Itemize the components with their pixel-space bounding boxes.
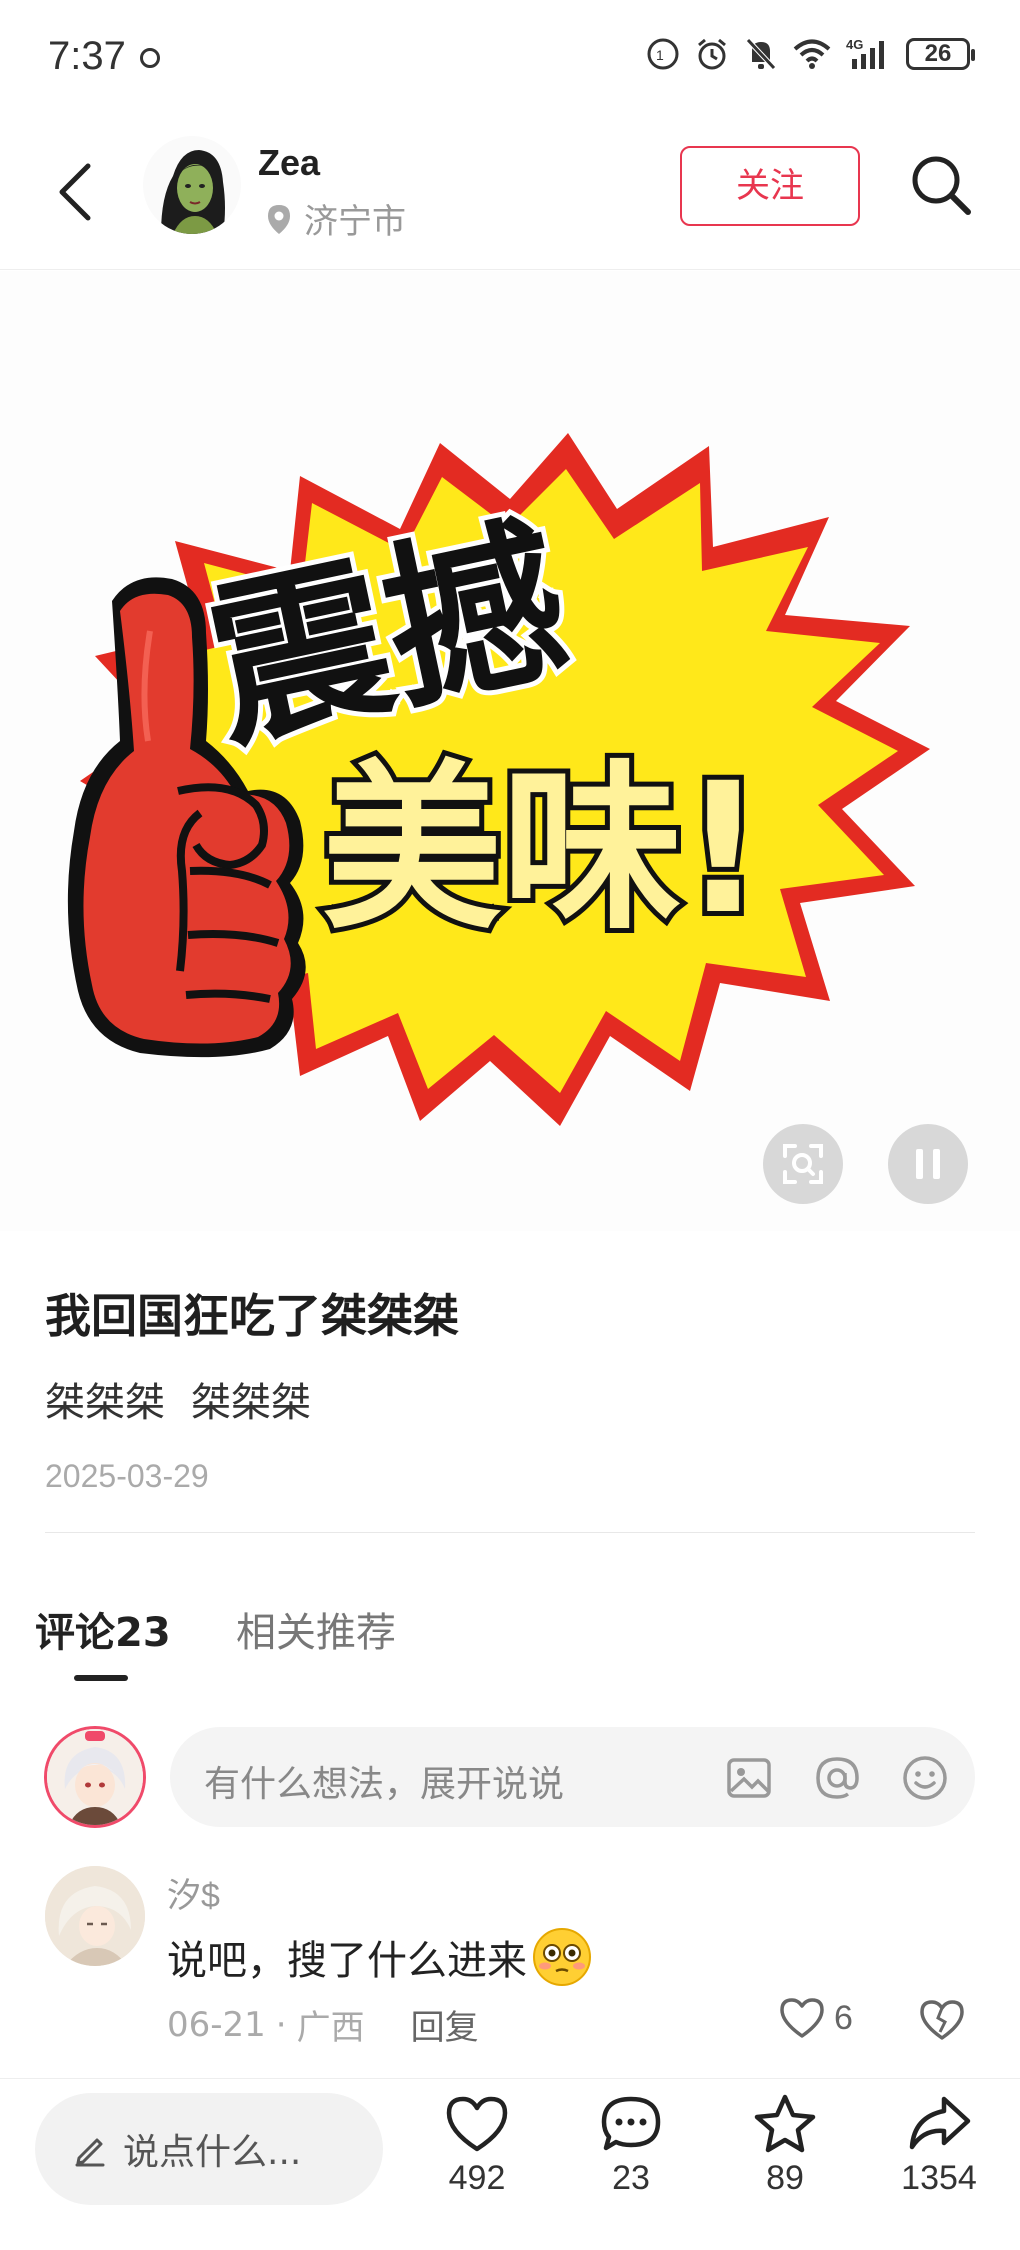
star-icon (754, 2094, 816, 2153)
follow-button[interactable]: 关注 (680, 146, 860, 226)
bottom-action-bar: 说点什么... 492 23 89 1354 (0, 2078, 1020, 2250)
say-something-placeholder: 说点什么... (123, 2132, 302, 2173)
wifi-icon (793, 39, 831, 69)
alarm-icon (698, 38, 726, 70)
comment-meta: 06-21 · 广西 回复 (167, 2000, 479, 2049)
heart-outline-icon (780, 1998, 824, 2038)
post-title: 我回国狂吃了桀桀桀 (45, 1289, 459, 1343)
scan-icon (783, 1144, 823, 1184)
post-tag[interactable]: 桀桀桀 (191, 1370, 311, 1428)
post-tag[interactable]: 桀桀桀 (45, 1370, 165, 1428)
image-search-button[interactable] (763, 1124, 843, 1204)
flushed-emoji-icon (533, 1928, 591, 1986)
reply-button[interactable]: 回复 (411, 2000, 479, 2049)
commenter-name[interactable]: 汐$ (167, 1868, 220, 1917)
comment-count: 23 (612, 2159, 650, 2197)
battery-indicator: 26 (906, 38, 975, 70)
tab-related[interactable]: 相关推荐 (236, 1600, 396, 1658)
heart-icon (446, 2096, 508, 2152)
app-notification-icon (140, 48, 160, 68)
tab-comments[interactable]: 评论23 (35, 1600, 171, 1658)
location: 济宁市 (266, 194, 406, 243)
like-count: 492 (448, 2159, 506, 2197)
mute-bell-icon (746, 38, 776, 70)
post-image[interactable]: 震撼 美味! (0, 271, 1020, 1231)
meta-separator: · (275, 2004, 287, 2045)
comment-text-body: 说吧，搜了什么进来 (167, 1938, 527, 1984)
comment-date: 06-21 (167, 2004, 266, 2045)
comment-text: 说吧，搜了什么进来 (167, 1926, 593, 1988)
favorite-count: 89 (766, 2159, 804, 2197)
comment-input[interactable]: 有什么想法，展开说说 (170, 1727, 975, 1827)
post-tags: 桀桀桀 桀桀桀 (45, 1370, 311, 1428)
search-icon (912, 156, 971, 215)
cellular-signal-icon: 4G (846, 37, 884, 69)
share-arrow-icon (909, 2096, 971, 2150)
chevron-left-icon (59, 163, 91, 221)
back-button[interactable] (48, 156, 104, 228)
image-icon[interactable] (722, 1751, 776, 1805)
favorite-button[interactable]: 89 (725, 2093, 845, 2198)
svg-text:1: 1 (656, 47, 664, 63)
comment-like-count: 6 (834, 1998, 853, 2037)
search-button[interactable] (906, 150, 976, 220)
like-button[interactable]: 492 (417, 2093, 537, 2198)
network-type: 4G (846, 37, 863, 52)
comment-like-button[interactable]: 6 (778, 1996, 853, 2040)
pause-icon (916, 1149, 940, 1179)
share-button[interactable]: 1354 (879, 2093, 999, 2198)
pause-button[interactable] (888, 1124, 968, 1204)
status-bar: 7:37 1 4G 26 (0, 0, 1020, 120)
post-image-art: 震撼 美味! (67, 433, 930, 1126)
location-label: 济宁市 (304, 202, 406, 242)
comment-button[interactable]: 23 (571, 2093, 691, 2198)
location-pin-icon (268, 204, 290, 234)
share-count: 1354 (901, 2159, 977, 2197)
author-avatar[interactable] (143, 136, 241, 234)
my-avatar[interactable] (44, 1726, 146, 1828)
broken-heart-icon (920, 2000, 964, 2040)
divider (45, 1532, 975, 1533)
author-name[interactable]: Zea (258, 142, 320, 184)
hd-call-icon: 1 (647, 38, 679, 70)
comment-bubble-icon (601, 2096, 661, 2151)
say-something-input[interactable]: 说点什么... (35, 2093, 383, 2205)
pencil-icon (75, 2138, 105, 2167)
comment-input-placeholder: 有什么想法，展开说说 (204, 1764, 565, 1805)
status-icons: 1 4G 26 (646, 36, 975, 72)
post-date: 2025-03-29 (45, 1458, 209, 1494)
emoji-icon[interactable] (898, 1751, 952, 1805)
comment-region: 广西 (296, 2008, 365, 2048)
status-time: 7:37 (48, 34, 126, 78)
hero-text-line2: 美味! (322, 745, 764, 954)
tab-active-indicator (74, 1675, 128, 1681)
comment-dislike-button[interactable] (918, 1998, 966, 2046)
commenter-avatar[interactable] (45, 1866, 145, 1966)
header: Zea 济宁市 关注 (0, 120, 1020, 270)
mention-icon[interactable] (810, 1751, 864, 1805)
